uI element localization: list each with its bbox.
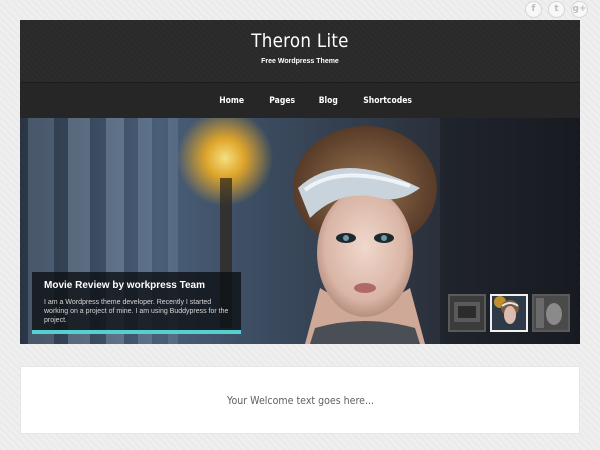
slide-thumbnails bbox=[448, 294, 570, 332]
nav-item-pages[interactable]: Pages bbox=[269, 96, 295, 106]
image-slider[interactable]: Movie Review by workpress Team I am a Wo… bbox=[20, 118, 580, 344]
slide-thumbnail-1[interactable] bbox=[448, 294, 486, 332]
caption-title[interactable]: Movie Review by workpress Team bbox=[44, 280, 205, 291]
page: f t g+ Theron Lite Free Wordpress Theme … bbox=[0, 0, 600, 450]
main-nav: Home Pages Blog Shortcodes bbox=[20, 82, 580, 118]
caption-text: I am a Wordpress theme developer. Recent… bbox=[44, 299, 229, 324]
site-title[interactable]: Theron Lite bbox=[54, 30, 547, 52]
nav-item-home[interactable]: Home bbox=[220, 96, 245, 106]
facebook-icon[interactable]: f bbox=[525, 1, 542, 18]
site-tagline: Free Wordpress Theme bbox=[261, 58, 339, 65]
twitter-icon[interactable]: t bbox=[548, 1, 565, 18]
slide-thumbnail-3[interactable] bbox=[532, 294, 570, 332]
slide-caption: Movie Review by workpress Team I am a Wo… bbox=[32, 272, 241, 334]
site-header: Theron Lite Free Wordpress Theme bbox=[20, 20, 580, 82]
social-icons: f t g+ bbox=[525, 1, 588, 18]
google-plus-icon[interactable]: g+ bbox=[571, 1, 588, 18]
welcome-text: Your Welcome text goes here... bbox=[226, 393, 374, 407]
nav-item-blog[interactable]: Blog bbox=[319, 96, 338, 106]
nav-item-shortcodes[interactable]: Shortcodes bbox=[364, 96, 413, 106]
slide-progress-bar bbox=[32, 330, 241, 334]
welcome-box: Your Welcome text goes here... bbox=[20, 366, 580, 434]
slide-thumbnail-2[interactable] bbox=[490, 294, 528, 332]
